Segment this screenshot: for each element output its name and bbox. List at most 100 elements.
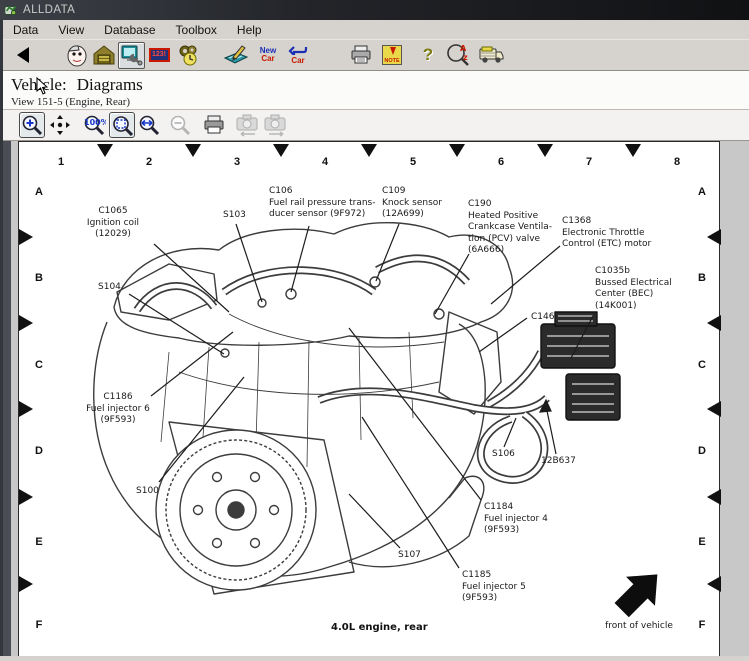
label-line: Fuel rail pressure trans-: [269, 198, 375, 210]
zoom-toolbar: 100%: [3, 109, 749, 141]
menu-data[interactable]: Data: [3, 21, 48, 39]
mail-truck-button[interactable]: [479, 42, 503, 68]
label-line: S107: [398, 550, 421, 562]
zoom-in-icon: [21, 114, 43, 136]
previous-view-button[interactable]: [235, 112, 261, 138]
grid-column-6: 6: [494, 156, 508, 168]
label-line: tion (PCV) valve: [468, 234, 552, 246]
previous-car-button[interactable]: Car: [286, 42, 310, 68]
label-line: C1368: [562, 216, 651, 228]
label-line: Fuel injector 4: [484, 514, 548, 526]
label-line: Heated Positive: [468, 211, 552, 223]
grid-row-c-left: C: [32, 359, 46, 371]
label-line: S104: [98, 282, 121, 294]
label-s107: S107: [398, 550, 421, 562]
grid-row-e-left: E: [32, 536, 46, 548]
notes-button[interactable]: [224, 42, 248, 68]
mechanic-icon: [66, 43, 88, 67]
diagram-page[interactable]: 1 2 3 4 5 6 7 8 A B C D E F A B C D E F …: [18, 141, 720, 656]
grid-column-4: 4: [318, 156, 332, 168]
window-title: ALLDATA: [23, 4, 75, 16]
tsb-123-icon: 123!: [149, 48, 170, 62]
menu-database[interactable]: Database: [94, 21, 165, 39]
garage-button[interactable]: [92, 42, 116, 68]
label-line: C146: [531, 312, 554, 324]
menu-bar: Data View Database Toolbox Help: [3, 20, 749, 40]
search-az-button[interactable]: A z: [447, 42, 471, 68]
diagram-tool-icon: [120, 43, 144, 67]
label-s100: S100: [136, 486, 159, 498]
label-s104: S104: [98, 282, 121, 294]
label-c106: C106Fuel rail pressure trans-ducer senso…: [269, 186, 375, 221]
label-line: Fuel injector 6: [63, 404, 173, 416]
camera-previous-icon: [235, 112, 261, 138]
label-line: C109: [382, 186, 442, 198]
label-line: Center (BEC): [595, 289, 672, 301]
label-s103: S103: [223, 210, 246, 222]
zoom-100-icon: 100%: [82, 114, 106, 136]
maintenance-button[interactable]: [177, 42, 201, 68]
help-button[interactable]: ?: [416, 42, 440, 68]
label-c1186: C1186Fuel injector 6(9F593): [63, 392, 173, 427]
zoom-out-button[interactable]: [167, 112, 193, 138]
mechanic-button[interactable]: [65, 42, 89, 68]
grid-column-2: 2: [142, 156, 156, 168]
grid-row-a-right: A: [695, 186, 709, 198]
diagrams-button[interactable]: [118, 42, 145, 69]
label-line: (12A699): [382, 209, 442, 221]
print-view-button[interactable]: [201, 112, 227, 138]
garage-icon: [92, 44, 116, 66]
grid-row-d-right: D: [695, 445, 709, 457]
next-view-button[interactable]: [263, 112, 289, 138]
label-line: S106: [492, 449, 515, 461]
label-line: C106: [269, 186, 375, 198]
label-line: C1185: [462, 570, 526, 582]
main-toolbar: 123! New Car: [3, 40, 749, 71]
window-titlebar: ALLDATA: [0, 0, 749, 20]
new-car-button[interactable]: New Car: [256, 42, 280, 68]
front-of-vehicle-arrow: [611, 564, 667, 620]
label-line: (12029): [63, 229, 163, 241]
front-of-vehicle-label: front of vehicle: [589, 621, 689, 631]
note-button[interactable]: NOTE: [380, 42, 404, 68]
zoom-out-icon: [169, 114, 191, 136]
grid-row-c-right: C: [695, 359, 709, 371]
print-button[interactable]: [349, 42, 373, 68]
printer-small-icon: [203, 115, 225, 135]
menu-toolbox[interactable]: Toolbox: [166, 21, 227, 39]
menu-help[interactable]: Help: [227, 21, 272, 39]
grid-row-d-left: D: [32, 445, 46, 457]
zoom-100-button[interactable]: 100%: [81, 112, 107, 138]
menu-view[interactable]: View: [48, 21, 94, 39]
label-line: Control (ETC) motor: [562, 239, 651, 251]
back-button[interactable]: [11, 42, 35, 68]
label-line: Bussed Electrical: [595, 278, 672, 290]
label-line: ducer sensor (9F972): [269, 209, 375, 221]
label-c146: C146: [531, 312, 554, 324]
label-c1184: C1184Fuel injector 4(9F593): [484, 502, 548, 537]
mail-truck-icon: [477, 44, 505, 66]
zoom-fit-button[interactable]: [109, 112, 135, 138]
label-line: 12B637: [541, 456, 576, 468]
diagram-caption: 4.0L engine, rear: [331, 622, 428, 633]
page-title-value: Diagrams: [77, 75, 143, 94]
note-icon: NOTE: [382, 45, 402, 65]
label-c1035b: C1035bBussed ElectricalCenter (BEC)(14K0…: [595, 266, 672, 312]
diagram-viewport: 1 2 3 4 5 6 7 8 A B C D E F A B C D E F …: [3, 141, 749, 656]
grid-row-b-right: B: [695, 272, 709, 284]
grid-column-3: 3: [230, 156, 244, 168]
label-line: C1186: [63, 392, 173, 404]
zoom-in-button[interactable]: [19, 112, 45, 138]
camera-next-icon: [263, 112, 289, 138]
printer-icon: [350, 45, 372, 65]
back-arrow-icon: [17, 47, 29, 63]
tsb-button[interactable]: 123!: [147, 42, 171, 68]
label-line: C1035b: [595, 266, 672, 278]
label-line: Knock sensor: [382, 198, 442, 210]
label-line: C1065: [63, 206, 163, 218]
grid-row-f-left: F: [32, 619, 46, 631]
pan-button[interactable]: [47, 112, 73, 138]
label-line: Ignition coil: [63, 218, 163, 230]
zoom-width-button[interactable]: [135, 112, 161, 138]
grid-row-a-left: A: [32, 186, 46, 198]
